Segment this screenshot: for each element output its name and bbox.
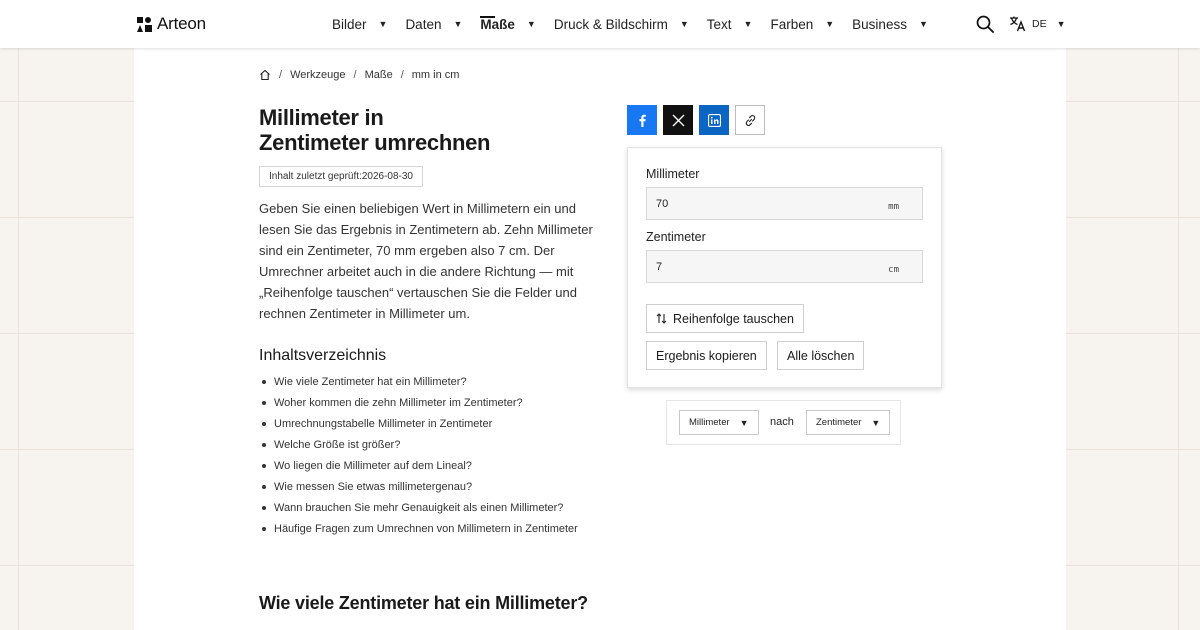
toc-link[interactable]: Wie viele Zentimeter hat ein Millimeter? [259, 375, 578, 396]
toc-link[interactable]: Welche Größe ist größer? [259, 438, 578, 459]
review-date-badge: Inhalt zuletzt geprüft:2026-08-30 [259, 166, 423, 187]
chevron-down-icon: ▼ [526, 19, 536, 29]
chevron-down-icon: ▼ [739, 417, 749, 428]
nav-label: Maße [480, 15, 515, 32]
facebook-icon [638, 114, 646, 127]
millimeter-field: mm [646, 187, 923, 220]
copy-result-button[interactable]: Ergebnis kopieren [646, 341, 767, 370]
main-nav: Bilder ▼ Daten ▼ Maße ▼ Druck & Bildschi… [332, 0, 946, 48]
section-heading: Wie viele Zentimeter hat ein Millimeter? [259, 593, 588, 613]
toc-link[interactable]: Häufige Fragen zum Umrechnen von Millime… [259, 522, 578, 543]
share-buttons [627, 105, 765, 135]
nav-item-farben[interactable]: Farben ▼ [770, 0, 834, 48]
millimeter-label: Millimeter [646, 167, 700, 181]
chevron-down-icon: ▼ [825, 19, 835, 29]
swap-order-label: Reihenfolge tauschen [673, 311, 794, 326]
zentimeter-label: Zentimeter [646, 230, 706, 244]
search-icon[interactable] [976, 15, 994, 33]
toc-link[interactable]: Umrechnungstabelle Millimeter in Zentime… [259, 417, 578, 438]
clear-all-button[interactable]: Alle löschen [777, 341, 865, 370]
breadcrumb-separator: / [279, 69, 283, 81]
clear-all-label: Alle löschen [787, 348, 855, 363]
table-of-contents: Wie viele Zentimeter hat ein Millimeter?… [259, 375, 578, 543]
brand-logo[interactable]: Arteon [137, 14, 206, 34]
swap-order-button[interactable]: Reihenfolge tauschen [646, 304, 804, 333]
swap-icon [656, 313, 667, 324]
millimeter-unit: mm [888, 202, 899, 212]
nav-label: Daten [405, 16, 442, 32]
converter-card: Millimeter mm Zentimeter cm Reihenfolge … [627, 147, 942, 388]
top-navigation-bar: Arteon Bilder ▼ Daten ▼ Maße ▼ Druck & B… [0, 0, 1200, 48]
from-unit-value: Millimeter [689, 417, 730, 428]
from-unit-select[interactable]: Millimeter ▼ [679, 410, 759, 435]
toc-link[interactable]: Wo liegen die Millimeter auf dem Lineal? [259, 459, 578, 480]
nav-label: Druck & Bildschirm [553, 16, 668, 32]
brand-name: Arteon [157, 14, 206, 33]
toc-heading: Inhaltsverzeichnis [259, 347, 387, 364]
nav-item-text[interactable]: Text ▼ [707, 0, 753, 48]
page-title: Millimeter in Zentimeter umrechnen [259, 105, 559, 155]
chevron-down-icon: ▼ [453, 19, 463, 29]
nav-item-daten[interactable]: Daten ▼ [405, 0, 462, 48]
nav-item-masse[interactable]: Maße ▼ [480, 0, 536, 48]
home-icon[interactable] [259, 69, 271, 81]
to-unit-value: Zentimeter [816, 417, 862, 428]
breadcrumb-separator: / [400, 69, 404, 81]
copy-link-button[interactable] [735, 105, 765, 135]
zentimeter-field: cm [646, 250, 923, 283]
brand-logo-icon [137, 16, 152, 32]
page-title-line1: Millimeter in [259, 105, 384, 130]
main-content: / Werkzeuge / Maße / mm in cm Millimeter… [134, 48, 1066, 630]
x-icon [672, 114, 684, 126]
zentimeter-unit: cm [888, 265, 899, 275]
link-icon [745, 114, 755, 126]
nav-item-bilder[interactable]: Bilder ▼ [332, 0, 387, 48]
nav-label: Farben [770, 16, 814, 32]
breadcrumb-separator: / [353, 69, 357, 81]
chevron-down-icon: ▼ [918, 19, 928, 29]
toc-link[interactable]: Wie messen Sie etwas millimetergenau? [259, 480, 578, 501]
language-switcher[interactable]: DE ▼ [1009, 15, 1066, 32]
chevron-down-icon: ▼ [871, 417, 881, 428]
toc-link[interactable]: Wann brauchen Sie mehr Genauigkeit als e… [259, 501, 578, 522]
page-title-line2: Zentimeter umrechnen [259, 130, 491, 155]
linkedin-icon [707, 113, 721, 127]
unit-selector: Millimeter ▼ nach Zentimeter ▼ [666, 400, 901, 445]
nav-label: Business [852, 16, 907, 32]
millimeter-input[interactable] [647, 188, 877, 219]
share-x-button[interactable] [663, 105, 693, 135]
nav-label: Bilder [332, 16, 367, 32]
breadcrumb-item-masse[interactable]: Maße [365, 69, 393, 81]
chevron-down-icon: ▼ [1056, 18, 1066, 29]
breadcrumb-item-werkzeuge[interactable]: Werkzeuge [290, 69, 345, 81]
language-code: DE [1032, 17, 1047, 30]
translate-icon [1010, 16, 1026, 32]
share-linkedin-button[interactable] [699, 105, 729, 135]
breadcrumb: / Werkzeuge / Maße / mm in cm [259, 69, 459, 81]
share-facebook-button[interactable] [627, 105, 657, 135]
nav-label: Text [706, 16, 732, 32]
chevron-down-icon: ▼ [679, 19, 689, 29]
zentimeter-input[interactable] [647, 251, 877, 282]
intro-paragraph: Geben Sie einen beliebigen Wert in Milli… [259, 201, 593, 321]
breadcrumb-item-current: mm in cm [411, 69, 460, 81]
nav-item-business[interactable]: Business ▼ [852, 0, 928, 48]
to-unit-select[interactable]: Zentimeter ▼ [806, 410, 891, 435]
nav-item-druck-bildschirm[interactable]: Druck & Bildschirm ▼ [554, 0, 689, 48]
copy-result-label: Ergebnis kopieren [656, 348, 757, 363]
chevron-down-icon: ▼ [378, 19, 388, 29]
chevron-down-icon: ▼ [743, 19, 753, 29]
unit-connector: nach [770, 416, 794, 428]
toc-link[interactable]: Woher kommen die zehn Millimeter im Zent… [259, 396, 578, 417]
